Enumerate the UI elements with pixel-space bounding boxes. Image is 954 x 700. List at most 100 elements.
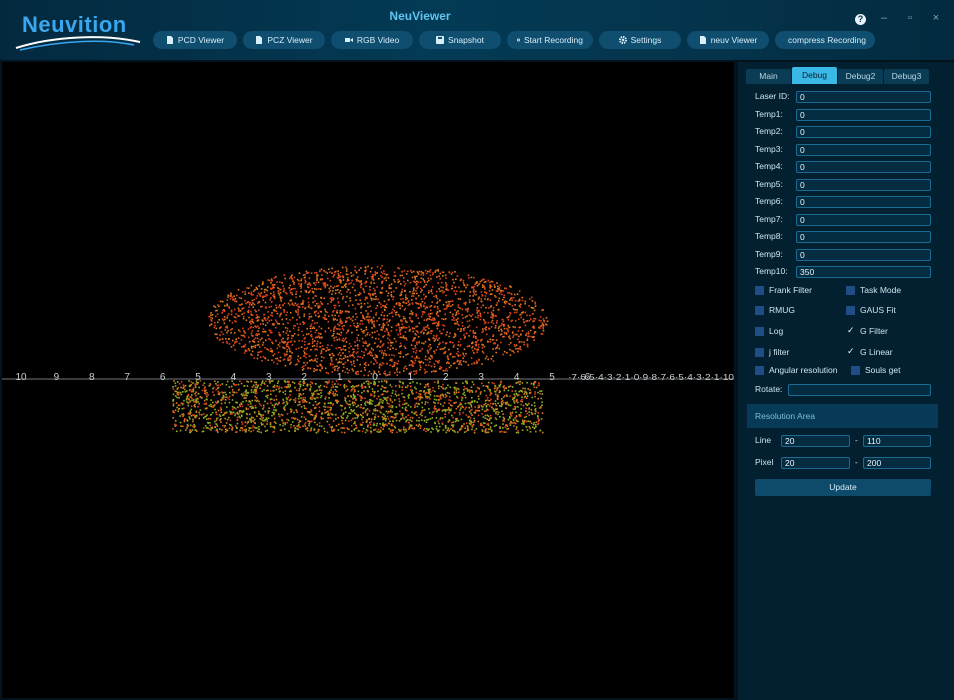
file-icon <box>256 36 263 44</box>
update-button[interactable]: Update <box>755 479 931 496</box>
souls-get-checkbox[interactable]: Souls get <box>851 365 936 377</box>
axis-tail-labels: ·7·6·5·4·3·2·1·0·9·8·7·6·5·4·3·2·1·10 <box>568 372 734 382</box>
temp8-input[interactable]: 0 <box>796 231 931 243</box>
tab-debug[interactable]: Debug <box>792 67 837 84</box>
point-cloud-points <box>172 265 549 434</box>
temp6-input[interactable]: 0 <box>796 196 931 208</box>
angular-resolution-checkbox[interactable]: Angular resolution <box>755 365 851 377</box>
logo-swoosh-icon <box>15 36 141 51</box>
pixel-to-input[interactable]: 200 <box>863 457 931 469</box>
frank-filter-label: Frank Filter <box>769 285 812 295</box>
point-cloud-viewport[interactable]: 10 9 8 7 6 5 4 3 2 1 0 1 2 3 4 5 6·7·6·5·4·3·2·1·0·9·8·7… <box>2 62 734 698</box>
close-button[interactable]: × <box>928 10 944 26</box>
help-button[interactable]: ? <box>855 13 866 25</box>
maximize-button[interactable]: ▫ <box>902 10 918 26</box>
checkbox-box <box>755 286 764 295</box>
checkmark-icon: ✓ <box>847 325 855 335</box>
window-controls: ? – ▫ × <box>855 10 944 26</box>
axis-tick-label: 0 <box>372 372 378 383</box>
temp4-label: Temp4: <box>755 161 783 171</box>
line-label: Line <box>755 435 772 445</box>
pcz-viewer-button[interactable]: PCZ Viewer <box>243 31 325 49</box>
task-mode-checkbox[interactable]: Task Mode <box>846 285 936 297</box>
temp7-input[interactable]: 0 <box>796 213 931 226</box>
line-to-input[interactable]: 110 <box>863 435 931 447</box>
g-filter-label: G Filter <box>860 326 888 336</box>
frank-filter-checkbox[interactable]: Frank Filter <box>755 285 845 297</box>
rgb-video-label: RGB Video <box>356 35 400 45</box>
pcd-viewer-button[interactable]: PCD Viewer <box>153 31 237 49</box>
tab-main[interactable]: Main <box>746 69 791 84</box>
field-row-temp7: Temp7: 0 <box>755 213 935 226</box>
angular-resolution-label: Angular resolution <box>769 365 838 375</box>
field-row-temp1: Temp1: 0 <box>755 108 935 121</box>
checkbox-box <box>755 306 764 315</box>
temp5-label: Temp5: <box>755 178 783 189</box>
axis-tick-label: 4 <box>231 372 237 383</box>
temp5-input[interactable]: 0 <box>796 178 931 191</box>
rmug-checkbox[interactable]: RMUG <box>755 305 845 317</box>
field-row-temp3: Temp3: 0 <box>755 143 935 156</box>
tab-debug2[interactable]: Debug2 <box>838 69 883 84</box>
rgb-video-button[interactable]: RGB Video <box>331 31 413 49</box>
field-row-temp10: Temp10: 350 <box>755 266 935 278</box>
panel-tabs: Main Debug Debug2 Debug3 <box>746 67 929 84</box>
tab-debug3[interactable]: Debug3 <box>884 69 929 84</box>
temp9-input[interactable]: 0 <box>796 248 931 261</box>
temp3-input[interactable]: 0 <box>796 143 931 156</box>
checkbox-box <box>851 366 860 375</box>
axis-tick-label: 1 <box>337 372 343 383</box>
toolbar: PCD Viewer PCZ Viewer RGB Video Snapshot… <box>153 31 875 49</box>
line-from-input[interactable]: 20 <box>781 435 850 447</box>
snapshot-label: Snapshot <box>448 35 484 45</box>
temp7-label: Temp7: <box>755 213 783 224</box>
record-icon <box>517 38 520 42</box>
axis-tick-label: 3 <box>266 372 272 383</box>
task-mode-label: Task Mode <box>860 285 902 295</box>
pcz-viewer-label: PCZ Viewer <box>267 35 313 45</box>
line-range-separator: - <box>855 435 858 445</box>
temp9-label: Temp9: <box>755 248 783 259</box>
log-checkbox[interactable]: Log <box>755 326 845 338</box>
pixel-from-input[interactable]: 20 <box>781 457 850 469</box>
log-label: Log <box>769 326 784 336</box>
temp1-input[interactable]: 0 <box>796 108 931 121</box>
axis-tick-label: 8 <box>89 372 95 383</box>
minimize-button[interactable]: – <box>876 10 892 26</box>
temp2-input[interactable]: 0 <box>796 126 931 138</box>
axis-tick-label: 1 <box>408 372 414 383</box>
app-title: NeuViewer <box>389 9 451 23</box>
pcd-viewer-label: PCD Viewer <box>177 35 225 45</box>
temp3-label: Temp3: <box>755 143 783 154</box>
field-row-temp2: Temp2: 0 <box>755 126 935 138</box>
rotate-row: Rotate: <box>755 384 935 396</box>
resolution-area-header: Resolution Area <box>747 404 938 428</box>
souls-get-label: Souls get <box>865 365 901 375</box>
pixel-label: Pixel <box>755 457 774 467</box>
axis-tick-label: 7 <box>124 372 130 383</box>
field-row-temp4: Temp4: 0 <box>755 161 935 173</box>
axis-tick-label: 5 <box>195 372 201 383</box>
rotate-input[interactable] <box>788 384 931 396</box>
checkmark-icon: ✓ <box>847 346 855 356</box>
neuv-viewer-label: neuv Viewer <box>710 35 758 45</box>
gaus-fit-checkbox[interactable]: GAUS Fit <box>846 305 936 317</box>
g-filter-checkbox[interactable]: ✓ G Filter <box>846 325 936 338</box>
checkbox-box <box>846 306 855 315</box>
temp10-input[interactable]: 350 <box>796 266 931 278</box>
compress-recording-button[interactable]: compress Recording <box>775 31 875 49</box>
snapshot-button[interactable]: Snapshot <box>419 31 501 49</box>
video-camera-icon <box>344 38 353 42</box>
temp4-input[interactable]: 0 <box>796 161 931 173</box>
temp2-label: Temp2: <box>755 126 783 136</box>
rotate-label: Rotate: <box>755 384 783 394</box>
start-recording-button[interactable]: Start Recording <box>507 31 593 49</box>
laser-id-label: Laser ID: <box>755 91 790 101</box>
j-filter-checkbox[interactable]: j filter <box>755 347 845 359</box>
g-linear-label: G Linear <box>860 347 893 357</box>
temp8-label: Temp8: <box>755 231 783 241</box>
neuv-viewer-button[interactable]: neuv Viewer <box>687 31 769 49</box>
settings-button[interactable]: Settings <box>599 31 681 49</box>
g-linear-checkbox[interactable]: ✓ G Linear <box>846 346 936 359</box>
laser-id-input[interactable]: 0 <box>796 91 931 103</box>
